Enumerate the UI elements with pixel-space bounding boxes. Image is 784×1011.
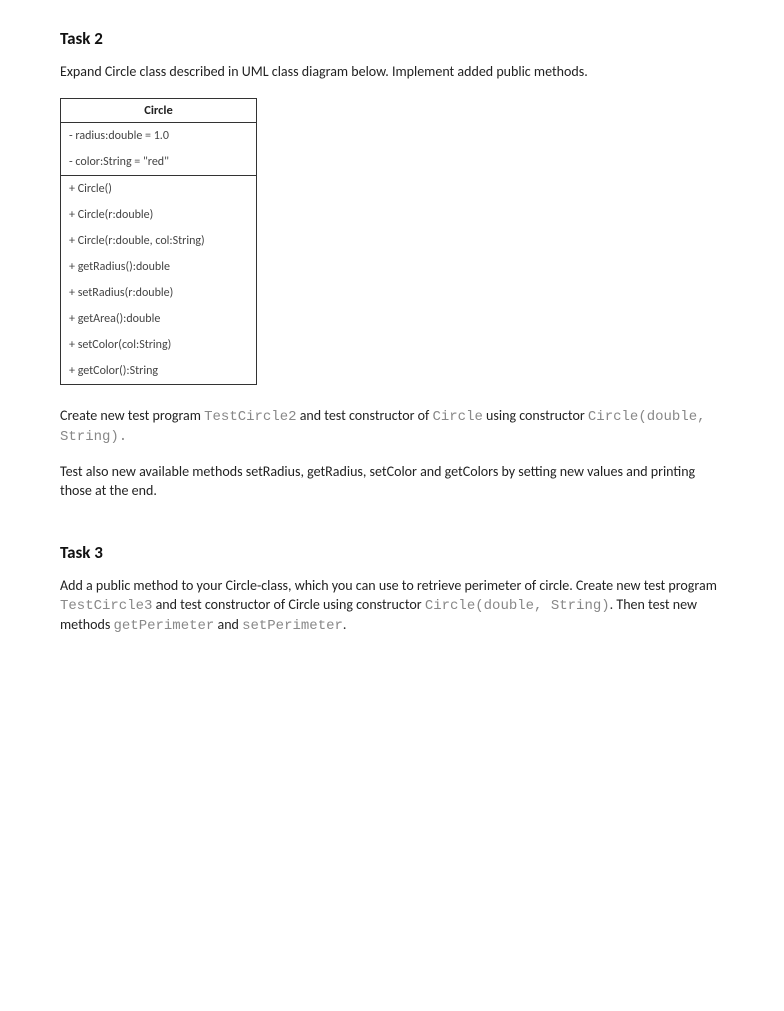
code-text: Circle: [432, 409, 482, 425]
uml-attributes-section: - radius:double = 1.0 - color:String = "…: [61, 123, 256, 176]
text-run: Add a public method to your Circle-class…: [60, 577, 717, 594]
code-text: Circle(double, String): [425, 598, 610, 614]
code-text: TestCircle2: [204, 409, 296, 425]
uml-attribute: - color:String = "red": [61, 149, 256, 175]
code-text: setPerimeter: [242, 618, 343, 634]
task3-heading: Task 3: [60, 542, 724, 563]
uml-method: + getRadius():double: [61, 254, 256, 280]
code-text: getPerimeter: [114, 618, 215, 634]
text-run: .: [343, 616, 347, 633]
uml-attribute: - radius:double = 1.0: [61, 123, 256, 149]
uml-method: + Circle(): [61, 176, 256, 202]
text-run: and test constructor of: [297, 407, 433, 424]
uml-method: + getArea():double: [61, 306, 256, 332]
text-run: using constructor: [483, 407, 588, 424]
task2-heading: Task 2: [60, 28, 724, 49]
task2-paragraph-2: Create new test program TestCircle2 and …: [60, 407, 724, 447]
text-run: and test constructor of Circle using con…: [152, 596, 424, 613]
uml-class-name: Circle: [61, 99, 256, 123]
document-page: Task 2 Expand Circle class described in …: [0, 0, 784, 692]
task2-intro: Expand Circle class described in UML cla…: [60, 63, 724, 82]
task2-paragraph-3: Test also new available methods setRadiu…: [60, 463, 724, 501]
uml-method: + Circle(r:double, col:String): [61, 228, 256, 254]
uml-method: + setRadius(r:double): [61, 280, 256, 306]
text-run: and: [214, 616, 242, 633]
section-spacer: [60, 516, 724, 542]
uml-methods-section: + Circle() + Circle(r:double) + Circle(r…: [61, 176, 256, 384]
text-run: Create new test program: [60, 407, 204, 424]
task3-paragraph-1: Add a public method to your Circle-class…: [60, 577, 724, 636]
uml-class-diagram: Circle - radius:double = 1.0 - color:Str…: [60, 98, 257, 385]
uml-method: + getColor():String: [61, 358, 256, 384]
uml-method: + Circle(r:double): [61, 202, 256, 228]
uml-method: + setColor(col:String): [61, 332, 256, 358]
code-text: TestCircle3: [60, 598, 152, 614]
